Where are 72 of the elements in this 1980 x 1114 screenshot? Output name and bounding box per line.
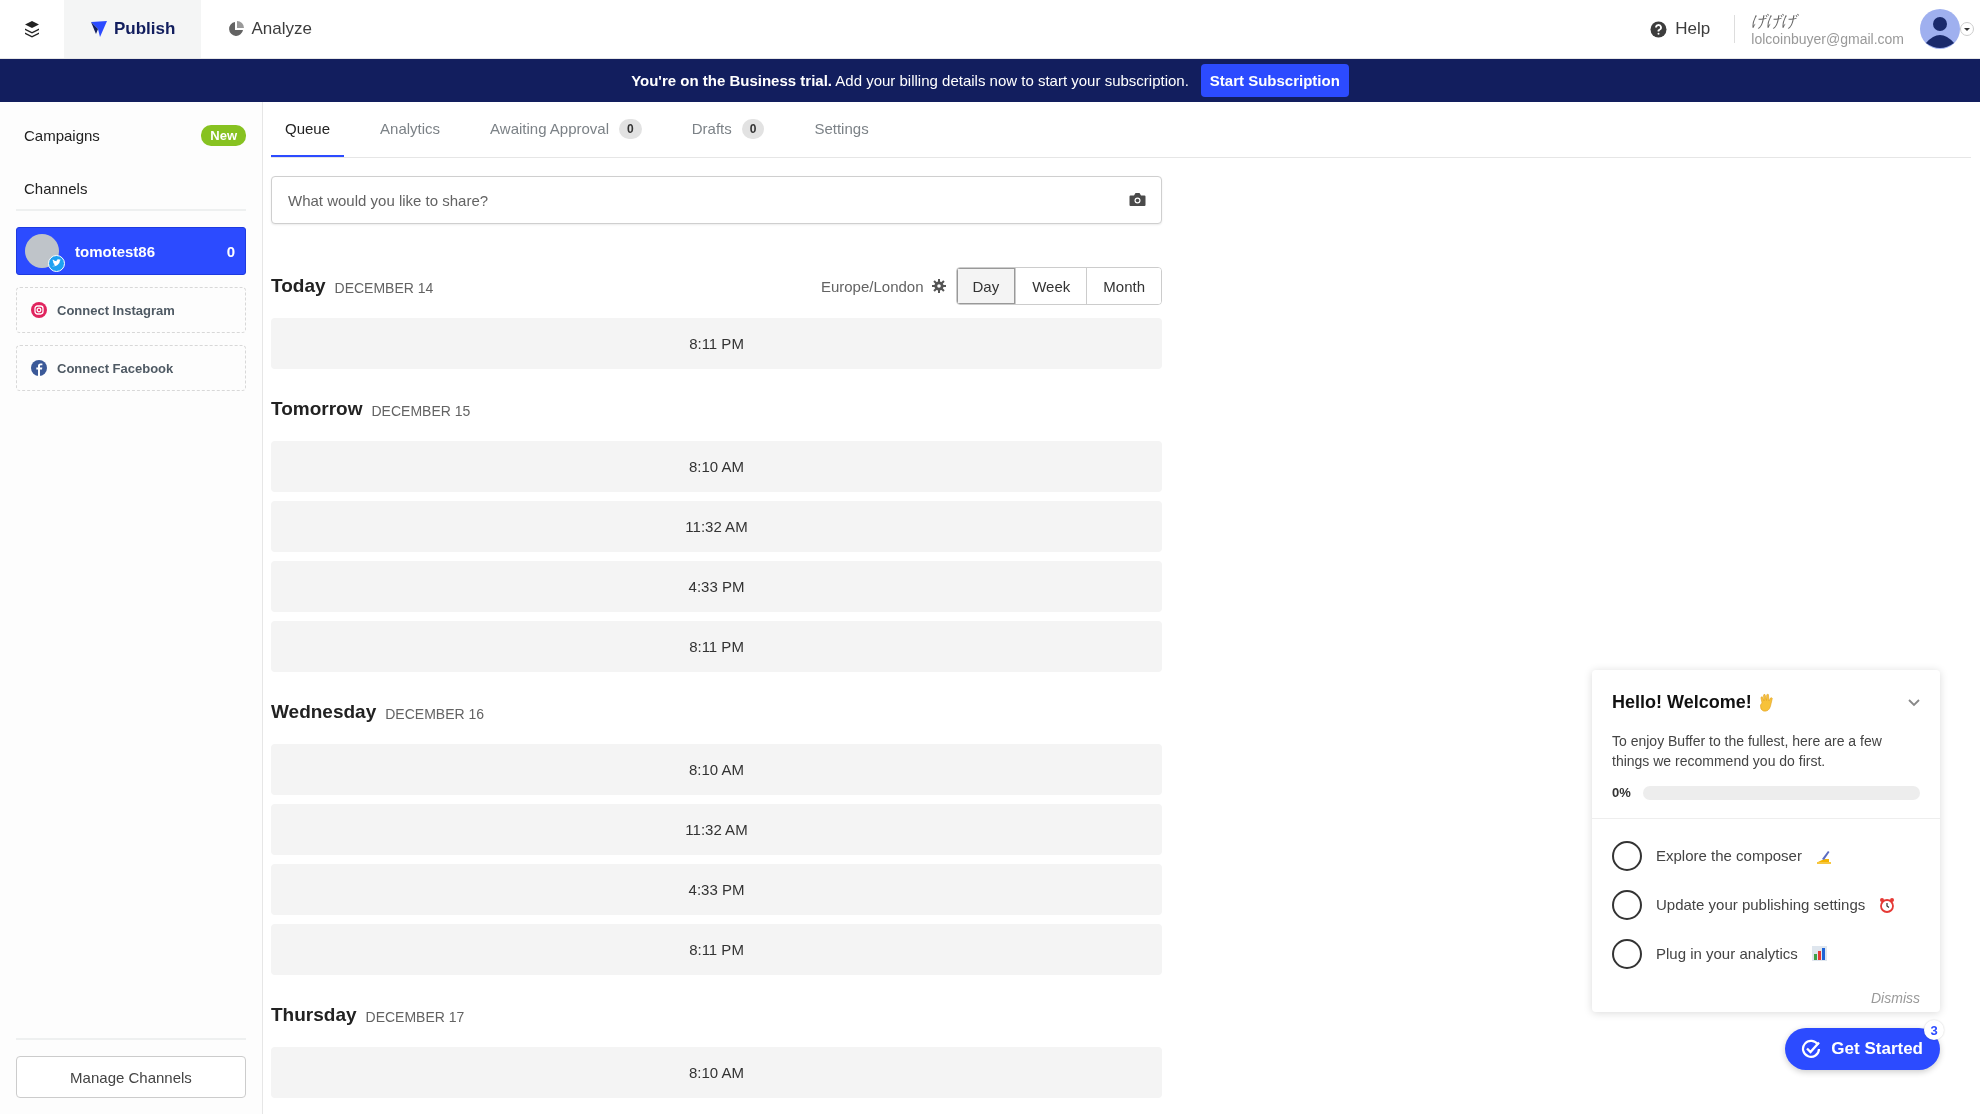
waving-hand-icon [1757, 692, 1776, 713]
task-checkbox[interactable] [1612, 840, 1642, 871]
progress-percent: 0% [1612, 785, 1631, 800]
time-slot[interactable]: 8:11 PM [271, 621, 1162, 672]
help-link[interactable]: Help [1675, 19, 1711, 39]
check-circle-icon [1801, 1039, 1822, 1059]
bird-icon [48, 255, 65, 272]
task-checkbox[interactable] [1612, 889, 1642, 920]
queue-tab[interactable]: Drafts 0 [677, 102, 779, 157]
connect-channel-button[interactable]: Connect Facebook [16, 345, 246, 391]
trial-message: You're on the Business trial. Add your billing details now to start your subscription. [631, 72, 1189, 89]
avatar-placeholder [25, 234, 59, 268]
count-badge: 0 [741, 118, 765, 139]
bar-chart-icon [1811, 946, 1827, 961]
caret-icon[interactable] [1960, 22, 1974, 36]
alarm-clock-icon [1879, 896, 1896, 913]
f-letter-icon [31, 360, 47, 376]
user-email: lolcoinbuyer@gmail.com [1751, 30, 1904, 47]
queue-tab[interactable]: Settings [800, 102, 883, 157]
nav-tab[interactable]: Publish [64, 0, 202, 58]
connect-channel-button[interactable]: Connect Instagram [16, 287, 246, 333]
avatar-silhouette[interactable] [1920, 9, 1960, 49]
count-badge: 0 [619, 118, 642, 139]
day-name: Today [271, 275, 326, 297]
user-name: げげげ [1751, 11, 1800, 31]
queue-tab[interactable]: Analytics [366, 102, 455, 157]
queue-tab[interactable]: Queue [271, 102, 345, 157]
new-badge: New [201, 124, 246, 146]
time-slot[interactable]: 4:33 PM [271, 561, 1162, 612]
time-slot[interactable]: 8:10 AM [271, 744, 1162, 795]
help-icon[interactable] [1650, 20, 1668, 38]
time-slot[interactable]: 11:32 AM [271, 501, 1162, 552]
channel-item[interactable]: tomotest86 0 [16, 227, 246, 275]
day-name: Wednesday [271, 701, 377, 723]
camera-icon[interactable] [1129, 192, 1146, 207]
start-subscription-button[interactable]: Start Subscription [1200, 64, 1349, 97]
task-checkbox[interactable] [1612, 938, 1642, 969]
nav-tab[interactable]: Analyze [201, 0, 338, 58]
notification-badge: 3 [1924, 1020, 1944, 1040]
stacked-layers-icon[interactable] [24, 20, 40, 38]
chevron-down-icon[interactable] [1908, 698, 1920, 707]
timezone-label: Europe/London [820, 277, 924, 295]
settings-icon[interactable] [931, 279, 946, 293]
time-slot[interactable]: 11:32 AM [271, 804, 1162, 855]
channel-name: tomotest86 [75, 242, 157, 260]
view-option-button[interactable]: Month [1086, 268, 1161, 304]
time-slot[interactable]: 4:33 PM [271, 864, 1162, 915]
paper-plane-icon [90, 20, 108, 38]
pie-chart-icon [227, 20, 246, 38]
camera-outline-icon [31, 302, 47, 318]
task-label[interactable]: Explore the composer [1656, 847, 1802, 864]
welcome-title: Hello! Welcome! [1612, 692, 1752, 713]
day-name: Tomorrow [271, 398, 363, 420]
queue-tab[interactable]: Awaiting Approval 0 [476, 102, 656, 157]
welcome-description: To enjoy Buffer to the fullest, here are a few things we recommend you do first. [1612, 732, 1883, 771]
day-date: DECEMBER 16 [385, 705, 485, 722]
time-slot[interactable]: 8:11 PM [271, 924, 1162, 975]
channels-heading: Channels [16, 168, 246, 211]
time-slot[interactable]: 8:11 PM [271, 318, 1162, 369]
manage-channels-button[interactable]: Manage Channels [16, 1056, 246, 1098]
time-slot[interactable]: 8:10 AM [271, 1047, 1162, 1098]
campaigns-link[interactable]: Campaigns [16, 126, 100, 144]
task-label[interactable]: Update your publishing settings [1656, 896, 1866, 913]
time-slot[interactable]: 8:10 AM [271, 441, 1162, 492]
day-date: DECEMBER 14 [334, 279, 434, 296]
day-name: Thursday [271, 1004, 357, 1026]
task-label[interactable]: Plug in your analytics [1656, 945, 1798, 962]
day-date: DECEMBER 17 [365, 1008, 465, 1025]
day-date: DECEMBER 15 [371, 402, 471, 419]
view-option-button[interactable]: Day [956, 268, 1016, 304]
composer-field[interactable]: What would you like to share? [271, 176, 1162, 224]
post-count: 0 [226, 242, 235, 260]
